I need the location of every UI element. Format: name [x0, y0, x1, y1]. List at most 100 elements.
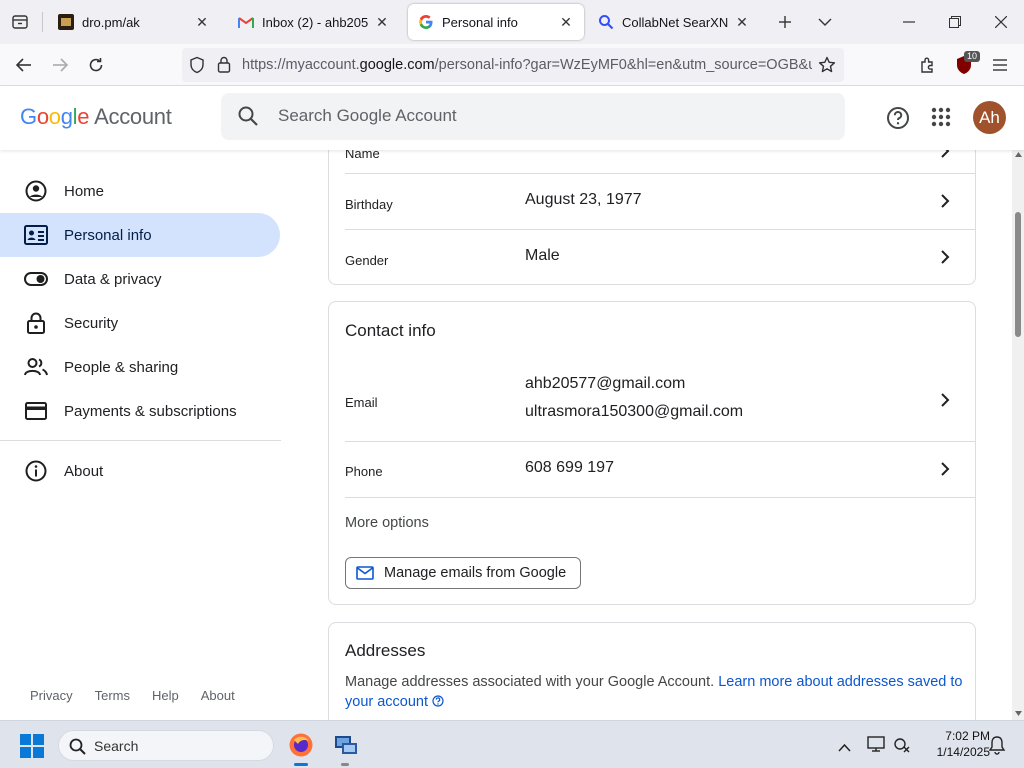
bookmark-star-icon[interactable]	[818, 56, 836, 79]
chevron-down-icon	[818, 18, 832, 26]
tab-overview-button[interactable]	[0, 0, 40, 44]
google-wordmark-letter: o	[48, 104, 61, 129]
footer-about-link[interactable]: About	[201, 688, 235, 703]
close-icon[interactable]: ✕	[734, 14, 750, 30]
search-favicon-icon	[598, 14, 614, 30]
search-google-account-field[interactable]: Search Google Account	[221, 93, 845, 140]
footer-help-link[interactable]: Help	[152, 688, 179, 703]
scroll-down-icon[interactable]	[1015, 711, 1022, 716]
running-app-indicator	[341, 763, 349, 766]
help-icon[interactable]	[432, 695, 444, 707]
sidebar-item-about[interactable]: About	[0, 449, 280, 493]
chevron-up-icon[interactable]	[838, 739, 851, 757]
reload-button[interactable]	[80, 49, 112, 81]
clock-time: 7:02 PM	[945, 729, 990, 743]
sidebar-item-personal-info[interactable]: Personal info	[0, 213, 280, 257]
display-icon[interactable]	[867, 735, 885, 758]
windows-start-icon[interactable]	[20, 734, 44, 763]
minimize-button[interactable]	[886, 0, 932, 44]
tab-title: CollabNet SearXNG	[622, 14, 728, 30]
addresses-desc-text: Manage addresses associated with your Go…	[345, 674, 715, 690]
lock-icon	[24, 311, 48, 335]
search-icon[interactable]	[237, 105, 259, 132]
puzzle-icon	[921, 57, 933, 73]
taskbar-search[interactable]: Search	[58, 730, 274, 761]
ublock-extension-button[interactable]: 10	[948, 49, 981, 81]
app-menu-button[interactable]	[984, 49, 1016, 81]
taskbar-search-label: Search	[94, 738, 139, 754]
shield-icon[interactable]	[188, 56, 206, 79]
sidebar-item-security[interactable]: Security	[0, 301, 280, 345]
sidebar-item-payments[interactable]: Payments & subscriptions	[0, 389, 280, 433]
extensions-button[interactable]	[912, 49, 944, 81]
sidebar-item-data-privacy[interactable]: Data & privacy	[0, 257, 280, 301]
scrollbar-thumb[interactable]	[1015, 212, 1021, 337]
scroll-up-icon[interactable]	[1015, 152, 1022, 157]
gender-row[interactable]: Gender Male	[345, 230, 959, 285]
birthday-row[interactable]: Birthday August 23, 1977	[345, 174, 959, 229]
addresses-description: Manage addresses associated with your Go…	[345, 672, 965, 712]
taskbar-clock[interactable]: 7:02 PM 1/14/2025	[918, 728, 990, 760]
birthday-value: August 23, 1977	[525, 191, 642, 208]
row-divider	[345, 497, 975, 498]
sidebar-divider	[0, 440, 281, 441]
page-scrollbar[interactable]	[1012, 150, 1024, 720]
extension-badge: 10	[964, 51, 981, 62]
email-row[interactable]: Email ahb20577@gmail.com ultrasmora15030…	[345, 364, 959, 440]
footer-terms-link[interactable]: Terms	[95, 688, 130, 703]
address-bar[interactable]: https://myaccount.google.com/personal-in…	[182, 48, 844, 82]
toggle-icon	[24, 267, 48, 291]
tab-personal-info[interactable]: Personal info ✕	[408, 4, 584, 40]
arrow-left-icon	[16, 58, 31, 72]
phone-value: 608 699 197	[525, 459, 614, 476]
footer-privacy-link[interactable]: Privacy	[30, 688, 73, 703]
name-row[interactable]: Name	[345, 150, 959, 169]
maximize-button[interactable]	[932, 0, 978, 44]
close-icon[interactable]: ✕	[374, 14, 390, 30]
new-tab-button[interactable]	[763, 0, 807, 44]
dropm-favicon-icon	[58, 14, 74, 30]
sidebar-item-label: Personal info	[64, 226, 152, 244]
close-window-button[interactable]	[978, 0, 1024, 44]
back-button[interactable]	[8, 49, 40, 81]
sidebar-item-people-sharing[interactable]: People & sharing	[0, 345, 280, 389]
main-content: Name Birthday August 23, 1977 Gender Mal…	[300, 150, 1012, 720]
forward-button[interactable]	[44, 49, 76, 81]
network-volume-icon[interactable]	[893, 735, 911, 758]
credit-card-icon	[24, 399, 48, 423]
email-label: Email	[345, 395, 378, 410]
phone-row[interactable]: Phone 608 699 197	[345, 442, 959, 497]
firefox-taskbar-icon[interactable]	[288, 732, 314, 763]
url-text[interactable]: https://myaccount.google.com/personal-in…	[242, 57, 812, 73]
google-wordmark: Google	[20, 104, 89, 129]
active-app-indicator	[294, 763, 308, 766]
sidebar-item-label: About	[64, 462, 104, 480]
tab-title: Personal info	[442, 14, 518, 30]
addresses-title: Addresses	[345, 641, 426, 660]
manage-emails-button[interactable]: Manage emails from Google	[345, 557, 582, 589]
avatar[interactable]: Ah	[973, 101, 1006, 134]
sidebar-item-home[interactable]: Home	[0, 169, 280, 213]
notifications-bell-icon[interactable]	[988, 735, 1006, 760]
chevron-right-icon	[941, 250, 950, 264]
network-app-taskbar-icon[interactable]	[333, 732, 359, 763]
list-tabs-button[interactable]	[805, 0, 845, 44]
help-icon[interactable]	[886, 106, 910, 135]
google-account-logo[interactable]: Google Account	[20, 104, 172, 130]
home-icon	[24, 179, 48, 203]
arrow-right-icon	[53, 58, 68, 72]
apps-grid-icon[interactable]	[931, 107, 951, 132]
gender-label: Gender	[345, 253, 389, 268]
contact-info-card: Contact info Email ahb20577@gmail.com ul…	[328, 301, 976, 605]
close-icon	[995, 16, 1007, 28]
tab-searxng[interactable]: CollabNet SearXNG ✕	[588, 4, 760, 40]
close-icon[interactable]: ✕	[194, 14, 210, 30]
sidebar-item-label: Data & privacy	[64, 270, 162, 288]
email-value-secondary: ultrasmora150300@gmail.com	[525, 403, 744, 420]
lock-icon[interactable]	[217, 56, 231, 78]
birthday-label: Birthday	[345, 197, 393, 212]
browser-tab-strip: dro.pm/ak ✕ Inbox (2) - ahb20577@g ✕ Per…	[0, 0, 1024, 44]
close-icon[interactable]: ✕	[558, 14, 574, 30]
tab-gmail[interactable]: Inbox (2) - ahb20577@g ✕	[228, 4, 400, 40]
tab-dropm[interactable]: dro.pm/ak ✕	[48, 4, 220, 40]
